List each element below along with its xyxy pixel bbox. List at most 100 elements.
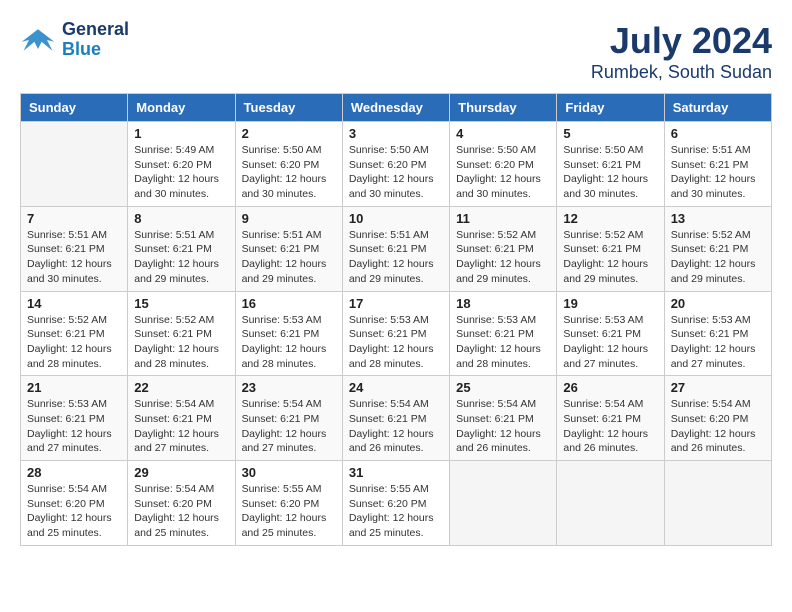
day-info: Sunrise: 5:54 AM Sunset: 6:21 PM Dayligh… [242,397,336,456]
day-number: 31 [349,465,443,480]
day-info: Sunrise: 5:50 AM Sunset: 6:20 PM Dayligh… [456,143,550,202]
day-info: Sunrise: 5:55 AM Sunset: 6:20 PM Dayligh… [349,482,443,541]
logo-icon [20,25,56,55]
day-info: Sunrise: 5:54 AM Sunset: 6:20 PM Dayligh… [134,482,228,541]
day-number: 11 [456,211,550,226]
column-header-saturday: Saturday [664,94,771,122]
calendar-cell: 30Sunrise: 5:55 AM Sunset: 6:20 PM Dayli… [235,461,342,546]
day-number: 27 [671,380,765,395]
day-info: Sunrise: 5:50 AM Sunset: 6:20 PM Dayligh… [349,143,443,202]
day-number: 9 [242,211,336,226]
calendar-cell: 12 Sunrise: 5:52 AM Sunset: 6:21 PM Dayli… [557,206,664,291]
calendar-cell: 25Sunrise: 5:54 AM Sunset: 6:21 PM Dayli… [450,376,557,461]
day-info: Sunrise: 5:50 AM Sunset: 6:21 PM Dayligh… [563,143,657,202]
day-info: Sunrise: 5:51 AM Sunset: 6:21 PM Dayligh… [27,228,121,287]
day-number: 7 [27,211,121,226]
day-number: 26 [563,380,657,395]
title-block: July 2024 Rumbek, South Sudan [591,20,772,83]
calendar-cell [664,461,771,546]
calendar-cell: 2 Sunrise: 5:50 AM Sunset: 6:20 PM Daylig… [235,122,342,207]
day-info: Sunrise: 5:52 AM Sunset: 6:21 PM Dayligh… [456,228,550,287]
day-info: Sunrise: 5:54 AM Sunset: 6:21 PM Dayligh… [134,397,228,456]
day-number: 23 [242,380,336,395]
day-number: 29 [134,465,228,480]
page-header: General Blue July 2024 Rumbek, South Sud… [20,20,772,83]
calendar-cell: 13 Sunrise: 5:52 AM Sunset: 6:21 PM Dayli… [664,206,771,291]
calendar-cell: 3 Sunrise: 5:50 AM Sunset: 6:20 PM Daylig… [342,122,449,207]
calendar-cell: 5 Sunrise: 5:50 AM Sunset: 6:21 PM Daylig… [557,122,664,207]
day-number: 22 [134,380,228,395]
day-info: Sunrise: 5:52 AM Sunset: 6:21 PM Dayligh… [671,228,765,287]
day-number: 14 [27,296,121,311]
calendar-cell: 24 Sunrise: 5:54 AM Sunset: 6:21 PM Dayli… [342,376,449,461]
day-info: Sunrise: 5:51 AM Sunset: 6:21 PM Dayligh… [671,143,765,202]
day-info: Sunrise: 5:49 AM Sunset: 6:20 PM Dayligh… [134,143,228,202]
calendar-cell: 20Sunrise: 5:53 AM Sunset: 6:21 PM Dayli… [664,291,771,376]
main-title: July 2024 [591,20,772,62]
calendar-cell: 23 Sunrise: 5:54 AM Sunset: 6:21 PM Dayli… [235,376,342,461]
day-number: 17 [349,296,443,311]
day-number: 12 [563,211,657,226]
day-number: 28 [27,465,121,480]
calendar-cell: 4Sunrise: 5:50 AM Sunset: 6:20 PM Daylig… [450,122,557,207]
day-number: 3 [349,126,443,141]
day-info: Sunrise: 5:52 AM Sunset: 6:21 PM Dayligh… [563,228,657,287]
calendar-cell: 15 Sunrise: 5:52 AM Sunset: 6:21 PM Dayli… [128,291,235,376]
day-number: 5 [563,126,657,141]
day-info: Sunrise: 5:54 AM Sunset: 6:21 PM Dayligh… [563,397,657,456]
day-number: 16 [242,296,336,311]
calendar-cell [557,461,664,546]
calendar-cell: 21Sunrise: 5:53 AM Sunset: 6:21 PM Dayli… [21,376,128,461]
calendar-cell [450,461,557,546]
calendar-week-row: 7 Sunrise: 5:51 AM Sunset: 6:21 PM Daylig… [21,206,772,291]
day-info: Sunrise: 5:54 AM Sunset: 6:21 PM Dayligh… [456,397,550,456]
day-info: Sunrise: 5:52 AM Sunset: 6:21 PM Dayligh… [134,313,228,372]
day-info: Sunrise: 5:52 AM Sunset: 6:21 PM Dayligh… [27,313,121,372]
day-info: Sunrise: 5:51 AM Sunset: 6:21 PM Dayligh… [349,228,443,287]
day-number: 20 [671,296,765,311]
calendar-cell: 1 Sunrise: 5:49 AM Sunset: 6:20 PM Daylig… [128,122,235,207]
day-number: 10 [349,211,443,226]
calendar-cell: 10 Sunrise: 5:51 AM Sunset: 6:21 PM Dayli… [342,206,449,291]
column-header-sunday: Sunday [21,94,128,122]
calendar-cell: 7 Sunrise: 5:51 AM Sunset: 6:21 PM Daylig… [21,206,128,291]
calendar-cell: 18Sunrise: 5:53 AM Sunset: 6:21 PM Dayli… [450,291,557,376]
day-info: Sunrise: 5:55 AM Sunset: 6:20 PM Dayligh… [242,482,336,541]
day-info: Sunrise: 5:53 AM Sunset: 6:21 PM Dayligh… [456,313,550,372]
day-info: Sunrise: 5:54 AM Sunset: 6:21 PM Dayligh… [349,397,443,456]
calendar-cell: 31 Sunrise: 5:55 AM Sunset: 6:20 PM Dayli… [342,461,449,546]
column-header-tuesday: Tuesday [235,94,342,122]
day-info: Sunrise: 5:51 AM Sunset: 6:21 PM Dayligh… [134,228,228,287]
calendar-week-row: 21Sunrise: 5:53 AM Sunset: 6:21 PM Dayli… [21,376,772,461]
subtitle: Rumbek, South Sudan [591,62,772,83]
calendar-cell: 9 Sunrise: 5:51 AM Sunset: 6:21 PM Daylig… [235,206,342,291]
day-number: 13 [671,211,765,226]
logo: General Blue [20,20,129,60]
column-header-wednesday: Wednesday [342,94,449,122]
day-number: 1 [134,126,228,141]
logo-line1: General [62,20,129,40]
calendar-cell: 27 Sunrise: 5:54 AM Sunset: 6:20 PM Dayli… [664,376,771,461]
day-number: 15 [134,296,228,311]
calendar-cell: 14 Sunrise: 5:52 AM Sunset: 6:21 PM Dayli… [21,291,128,376]
day-number: 8 [134,211,228,226]
calendar-cell: 11 Sunrise: 5:52 AM Sunset: 6:21 PM Dayli… [450,206,557,291]
calendar-week-row: 28 Sunrise: 5:54 AM Sunset: 6:20 PM Dayli… [21,461,772,546]
day-info: Sunrise: 5:51 AM Sunset: 6:21 PM Dayligh… [242,228,336,287]
day-info: Sunrise: 5:54 AM Sunset: 6:20 PM Dayligh… [27,482,121,541]
calendar-table: SundayMondayTuesdayWednesdayThursdayFrid… [20,93,772,546]
calendar-cell: 22 Sunrise: 5:54 AM Sunset: 6:21 PM Dayli… [128,376,235,461]
day-number: 2 [242,126,336,141]
day-info: Sunrise: 5:53 AM Sunset: 6:21 PM Dayligh… [242,313,336,372]
logo-line2: Blue [62,40,129,60]
day-number: 24 [349,380,443,395]
calendar-cell: 26 Sunrise: 5:54 AM Sunset: 6:21 PM Dayli… [557,376,664,461]
calendar-cell: 16 Sunrise: 5:53 AM Sunset: 6:21 PM Dayli… [235,291,342,376]
day-info: Sunrise: 5:54 AM Sunset: 6:20 PM Dayligh… [671,397,765,456]
logo-text: General Blue [62,20,129,60]
day-info: Sunrise: 5:50 AM Sunset: 6:20 PM Dayligh… [242,143,336,202]
column-header-thursday: Thursday [450,94,557,122]
day-info: Sunrise: 5:53 AM Sunset: 6:21 PM Dayligh… [563,313,657,372]
calendar-cell: 28 Sunrise: 5:54 AM Sunset: 6:20 PM Dayli… [21,461,128,546]
day-number: 6 [671,126,765,141]
